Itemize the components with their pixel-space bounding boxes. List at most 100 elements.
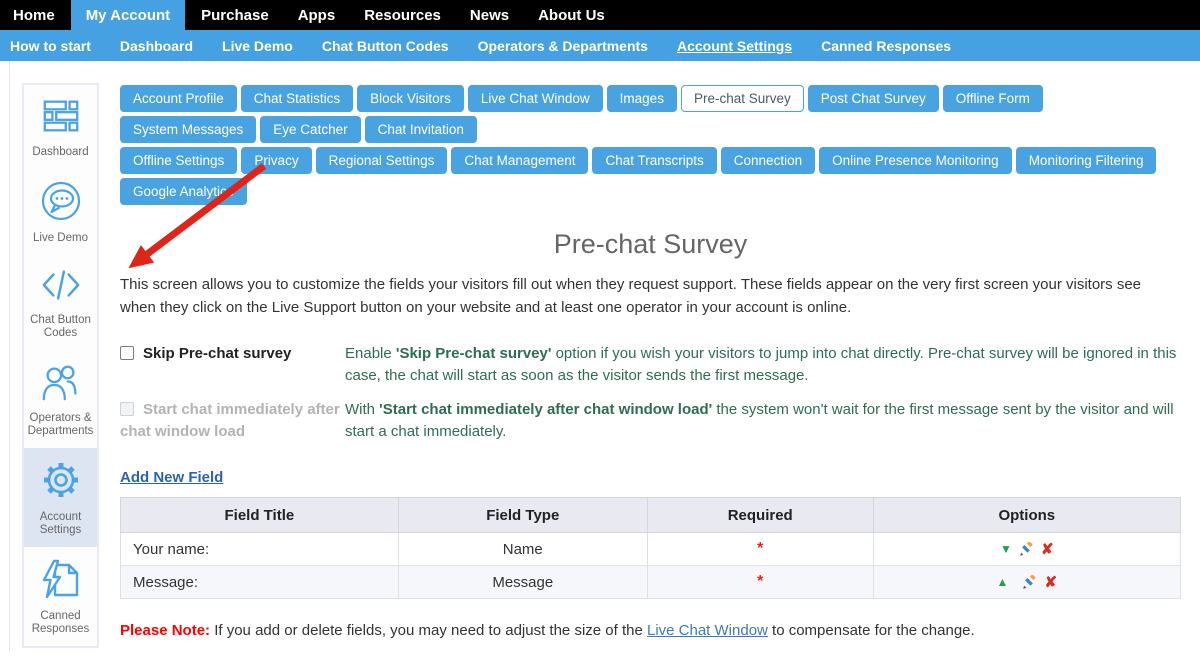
sidebar-item-dashboard[interactable]: Dashboard [24, 85, 97, 169]
top-nav: Home My Account Purchase Apps Resources … [0, 0, 1200, 30]
live-chat-window-link[interactable]: Live Chat Window [647, 622, 768, 639]
top-nav-apps[interactable]: Apps [285, 0, 349, 30]
move-up-icon[interactable]: ▲ [997, 576, 1009, 588]
move-down-icon[interactable]: ▼ [1000, 543, 1012, 555]
desc-bold-text: 'Skip Pre-chat survey' [396, 345, 552, 362]
field-title-cell: Your name: [121, 533, 399, 566]
note-text: to compensate for the change. [768, 622, 975, 639]
table-row-your-name: Your name: Name * ▼ ✘ [121, 533, 1181, 566]
sidebar-item-canned-responses[interactable]: Canned Responses [24, 547, 97, 646]
tab-offline-form[interactable]: Offline Form [943, 85, 1043, 112]
skip-prechat-option: Skip Pre-chat survey [120, 343, 345, 387]
required-cell: * [647, 533, 873, 566]
please-note-label: Please Note: [120, 622, 210, 639]
tab-system-messages[interactable]: System Messages [120, 116, 256, 143]
sidebar-label: Operators & Departments [26, 412, 95, 438]
skip-prechat-checkbox[interactable] [120, 346, 134, 360]
tab-live-chat-window[interactable]: Live Chat Window [468, 85, 603, 112]
desc-bold-text: 'Start chat immediately after chat windo… [379, 401, 712, 418]
sidebar-label: Live Demo [33, 232, 88, 245]
sidebar-item-account-settings[interactable]: Account Settings [24, 448, 97, 547]
start-chat-option: Start chat immediately after chat window… [120, 399, 345, 443]
sub-nav-how-to-start[interactable]: How to start [0, 38, 101, 54]
survey-options: Skip Pre-chat survey Enable 'Skip Pre-ch… [120, 343, 1181, 443]
tab-eye-catcher[interactable]: Eye Catcher [260, 116, 360, 143]
sub-nav: How to start Dashboard Live Demo Chat Bu… [0, 30, 1200, 61]
top-nav-about-us[interactable]: About Us [525, 0, 618, 30]
column-header-field-title: Field Title [121, 498, 399, 533]
tab-chat-transcripts[interactable]: Chat Transcripts [592, 147, 716, 174]
field-type-cell: Name [398, 533, 647, 566]
start-chat-label: Start chat immediately after chat window… [120, 401, 340, 440]
sidebar-label: Chat Button Codes [26, 314, 95, 340]
lightning-page-icon [39, 557, 83, 605]
tab-connection[interactable]: Connection [721, 147, 815, 174]
top-nav-purchase[interactable]: Purchase [188, 0, 282, 30]
note-text: If you add or delete fields, you may nee… [210, 622, 647, 639]
skip-prechat-description: Enable 'Skip Pre-chat survey' option if … [345, 343, 1181, 387]
tab-online-presence-monitoring[interactable]: Online Presence Monitoring [819, 147, 1012, 174]
tab-pre-chat-survey[interactable]: Pre-chat Survey [681, 85, 804, 112]
gear-icon [39, 458, 83, 506]
top-nav-my-account[interactable]: My Account [71, 0, 185, 30]
sub-nav-live-demo[interactable]: Live Demo [212, 38, 303, 54]
tab-account-profile[interactable]: Account Profile [120, 85, 237, 112]
sub-nav-operators-departments[interactable]: Operators & Departments [468, 38, 658, 54]
live-demo-icon [39, 179, 83, 227]
start-chat-description: With 'Start chat immediately after chat … [345, 399, 1181, 443]
tab-offline-settings[interactable]: Offline Settings [120, 147, 237, 174]
tab-privacy[interactable]: Privacy [241, 147, 311, 174]
tab-post-chat-survey[interactable]: Post Chat Survey [808, 85, 939, 112]
tab-chat-management[interactable]: Chat Management [451, 147, 588, 174]
delete-icon[interactable]: ✘ [1044, 575, 1057, 590]
sidebar-item-chat-button-codes[interactable]: Chat Button Codes [24, 255, 97, 350]
column-header-required: Required [647, 498, 873, 533]
sidebar-label: Canned Responses [26, 610, 95, 636]
top-nav-resources[interactable]: Resources [351, 0, 454, 30]
sub-nav-canned-responses[interactable]: Canned Responses [811, 38, 961, 54]
tab-google-analytics[interactable]: Google Analytics [120, 178, 247, 205]
fields-table-header-row: Field Title Field Type Required Options [121, 498, 1181, 533]
skip-prechat-label: Skip Pre-chat survey [143, 345, 291, 362]
options-cell: ▼ ✘ [873, 533, 1180, 566]
add-new-field-link[interactable]: Add New Field [120, 469, 223, 486]
sub-nav-chat-button-codes[interactable]: Chat Button Codes [312, 38, 459, 54]
required-asterisk: * [757, 540, 763, 557]
options-cell: ▲ ✘ [873, 566, 1180, 599]
page-title: Pre-chat Survey [120, 229, 1181, 260]
table-row-message: Message: Message * ▲ ✘ [121, 566, 1181, 599]
required-asterisk: * [757, 573, 763, 590]
required-cell: * [647, 566, 873, 599]
tab-chat-invitation[interactable]: Chat Invitation [365, 116, 477, 143]
sub-nav-account-settings[interactable]: Account Settings [667, 38, 802, 54]
sidebar: Dashboard Live Demo Chat Button Codes [22, 83, 99, 648]
tab-block-visitors[interactable]: Block Visitors [357, 85, 464, 112]
edit-icon[interactable] [1019, 542, 1034, 557]
field-title-cell: Message: [121, 566, 399, 599]
top-nav-home[interactable]: Home [0, 0, 68, 30]
sidebar-item-live-demo[interactable]: Live Demo [24, 169, 97, 255]
edit-icon[interactable] [1022, 575, 1037, 590]
desc-text: With [345, 401, 379, 418]
sub-nav-dashboard[interactable]: Dashboard [110, 38, 203, 54]
tab-images[interactable]: Images [607, 85, 677, 112]
delete-icon[interactable]: ✘ [1041, 542, 1054, 557]
sidebar-label: Dashboard [32, 146, 88, 159]
fields-table: Field Title Field Type Required Options … [120, 497, 1181, 599]
operators-icon [39, 361, 83, 407]
please-note: Please Note: If you add or delete fields… [120, 622, 1181, 639]
left-divider [9, 61, 10, 651]
top-nav-news[interactable]: News [457, 0, 522, 30]
tab-chat-statistics[interactable]: Chat Statistics [241, 85, 353, 112]
dashboard-icon [40, 95, 82, 141]
tab-monitoring-filtering[interactable]: Monitoring Filtering [1016, 147, 1157, 174]
column-header-field-type: Field Type [398, 498, 647, 533]
column-header-options: Options [873, 498, 1180, 533]
main-content: Account Profile Chat Statistics Block Vi… [120, 85, 1181, 639]
start-chat-checkbox[interactable] [120, 402, 134, 416]
code-icon [39, 265, 83, 309]
settings-tabs-row-2: Offline Settings Privacy Regional Settin… [120, 147, 1181, 209]
sidebar-item-operators-departments[interactable]: Operators & Departments [24, 351, 97, 448]
sidebar-label: Account Settings [26, 511, 95, 537]
tab-regional-settings[interactable]: Regional Settings [316, 147, 448, 174]
